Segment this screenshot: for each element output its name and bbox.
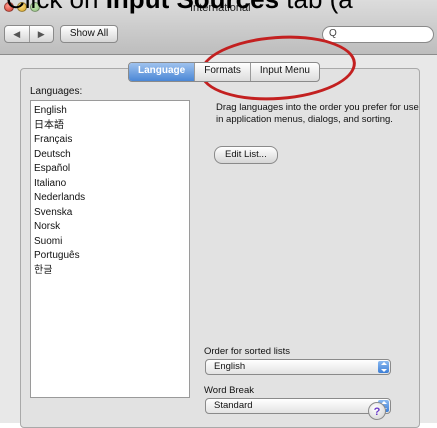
list-item[interactable]: Nederlands <box>31 191 189 206</box>
languages-label: Languages: <box>30 86 83 97</box>
list-item[interactable]: Norsk <box>31 220 189 235</box>
list-item[interactable]: Español <box>31 162 189 177</box>
tab-formats[interactable]: Formats <box>194 63 250 81</box>
back-arrow-icon[interactable]: ◀ <box>5 26 29 42</box>
instruction-caption: Click on Input Sources tab (a <box>6 0 437 14</box>
word-break-value: Standard <box>214 400 253 411</box>
list-item[interactable]: Suomi <box>31 235 189 250</box>
list-item[interactable]: Deutsch <box>31 148 189 163</box>
search-field[interactable]: Q <box>322 26 434 43</box>
caption-text: Click on <box>6 0 106 14</box>
language-description: Drag languages into the order you prefer… <box>216 102 419 125</box>
navigation-segment: ◀ ▶ <box>4 25 54 43</box>
list-item[interactable]: Français <box>31 133 189 148</box>
tab-input-menu[interactable]: Input Menu <box>249 63 319 81</box>
list-item[interactable]: Italiano <box>31 177 189 192</box>
list-item[interactable]: English <box>31 104 189 119</box>
caption-bold: Input Sources <box>106 0 279 14</box>
preferences-window: International ◀ ▶ Show All Q Click on In… <box>0 0 437 428</box>
help-button[interactable]: ? <box>368 402 386 420</box>
list-item[interactable]: Português <box>31 249 189 264</box>
list-item[interactable]: Svenska <box>31 206 189 221</box>
edit-list-button[interactable]: Edit List... <box>214 146 278 164</box>
tab-bar: Language Formats Input Menu <box>128 62 320 82</box>
forward-arrow-icon[interactable]: ▶ <box>28 26 54 42</box>
word-break-label: Word Break <box>204 385 254 396</box>
list-item[interactable]: 한글 <box>31 264 189 279</box>
languages-list[interactable]: English 日本語 Français Deutsch Español Ita… <box>30 100 190 398</box>
caption-rest: tab (a <box>279 0 353 14</box>
sorted-lists-label: Order for sorted lists <box>204 346 291 357</box>
search-icon: Q <box>329 28 337 39</box>
list-item[interactable]: 日本語 <box>31 119 189 134</box>
sorted-lists-popup[interactable]: English <box>205 359 391 375</box>
show-all-button[interactable]: Show All <box>60 25 118 43</box>
word-break-popup[interactable]: Standard <box>205 398 391 414</box>
popup-arrows-icon <box>378 361 389 373</box>
sorted-lists-value: English <box>214 361 246 372</box>
tab-language[interactable]: Language <box>129 63 195 81</box>
